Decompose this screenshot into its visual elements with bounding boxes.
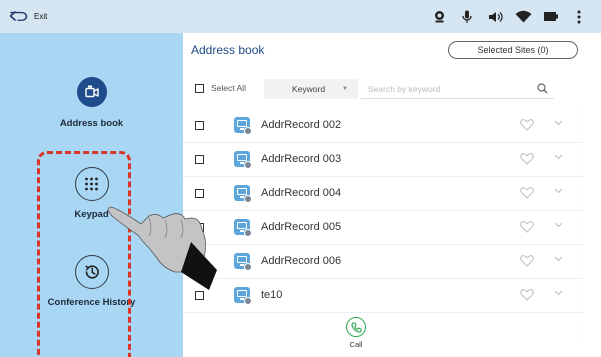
record-name: AddrRecord 002 — [261, 119, 342, 131]
microphone-icon[interactable] — [453, 0, 481, 33]
favorite-icon[interactable] — [520, 220, 534, 233]
record-name: AddrRecord 005 — [261, 221, 342, 233]
filter-row: Select All Keyword ▼ Search by keyword — [195, 79, 555, 99]
list-item[interactable]: AddrRecord 002 — [183, 109, 583, 143]
terminal-icon — [234, 219, 252, 237]
exit-label: Exit — [34, 12, 48, 21]
search-placeholder: Search by keyword — [368, 84, 441, 94]
favorite-icon[interactable] — [520, 186, 534, 199]
back-arrow-icon — [9, 10, 28, 21]
chevron-down-icon[interactable] — [554, 222, 563, 228]
list-item[interactable]: te10 — [183, 279, 583, 313]
record-name: AddrRecord 003 — [261, 153, 342, 165]
pointing-hand-icon — [107, 206, 217, 290]
chevron-down-icon[interactable] — [554, 256, 563, 262]
list-item[interactable]: AddrRecord 003 — [183, 143, 583, 177]
chevron-down-icon[interactable] — [554, 188, 563, 194]
search-icon[interactable] — [537, 83, 548, 94]
exit-button[interactable]: Exit — [9, 10, 47, 24]
wifi-icon[interactable] — [509, 0, 537, 33]
favorite-icon[interactable] — [520, 152, 534, 165]
row-checkbox[interactable] — [195, 121, 204, 130]
top-bar: Exit — [0, 0, 601, 33]
favorite-icon[interactable] — [520, 254, 534, 267]
terminal-icon — [234, 117, 252, 135]
speaker-icon[interactable] — [481, 0, 509, 33]
page-title: Address book — [191, 43, 265, 57]
favorite-icon[interactable] — [520, 118, 534, 131]
camera-icon[interactable] — [425, 0, 453, 33]
keyword-label: Keyword — [292, 84, 326, 94]
address-book-icon — [76, 77, 107, 107]
record-name: AddrRecord 006 — [261, 255, 342, 267]
chevron-down-icon[interactable] — [554, 290, 563, 296]
checkbox-box — [195, 83, 204, 93]
phone-icon — [346, 317, 366, 337]
chevron-down-icon[interactable] — [554, 120, 563, 126]
record-name: AddrRecord 004 — [261, 187, 342, 199]
select-all-checkbox[interactable]: Select All — [195, 83, 246, 93]
terminal-icon — [234, 185, 252, 203]
row-checkbox[interactable] — [195, 291, 204, 300]
terminal-icon — [234, 287, 252, 305]
terminal-icon — [234, 151, 252, 169]
keyword-dropdown[interactable]: Keyword ▼ — [264, 79, 358, 99]
sidebar-item-address-book[interactable]: Address book — [0, 77, 183, 129]
search-input[interactable]: Search by keyword — [361, 79, 554, 99]
terminal-icon — [234, 253, 252, 271]
chevron-down-icon: ▼ — [342, 86, 348, 92]
selected-sites-button[interactable]: Selected Sites (0) — [448, 41, 578, 59]
call-button[interactable]: Call — [341, 317, 371, 349]
list-item[interactable]: AddrRecord 004 — [183, 177, 583, 211]
list-item[interactable]: AddrRecord 005 — [183, 211, 583, 245]
favorite-icon[interactable] — [520, 288, 534, 301]
alphabet-index[interactable]: · · · · · · · · · · · · · · · · · · · · · · · · · · · · · · — [578, 105, 586, 345]
row-checkbox[interactable] — [195, 155, 204, 164]
address-book-panel: Address book Selected Sites (0) Select A… — [183, 33, 601, 357]
sidebar-item-label: Address book — [59, 118, 124, 129]
list-item[interactable]: AddrRecord 006 — [183, 245, 583, 279]
battery-icon — [537, 0, 565, 33]
select-all-label: Select All — [211, 83, 246, 93]
record-name: te10 — [261, 289, 283, 301]
call-label: Call — [349, 340, 363, 349]
chevron-down-icon[interactable] — [554, 154, 563, 160]
more-vertical-icon[interactable] — [565, 0, 593, 33]
